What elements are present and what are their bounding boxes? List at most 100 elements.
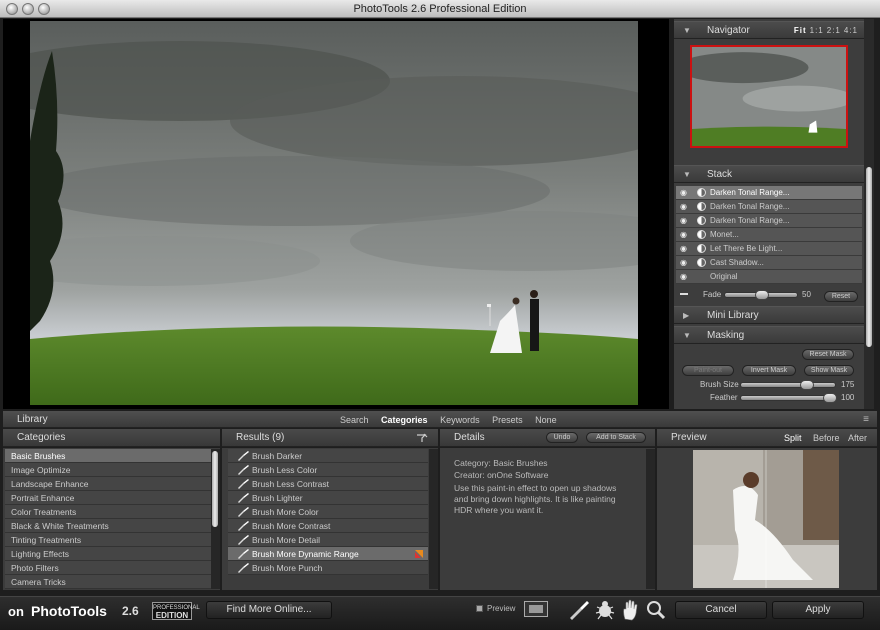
hand-tool-icon[interactable]	[620, 599, 640, 621]
navigator-thumbnail[interactable]	[690, 45, 848, 148]
expand-triangle-icon[interactable]: ▶	[683, 311, 689, 320]
stack-item-label: Darken Tonal Range...	[710, 188, 790, 197]
tab-search[interactable]: Search	[340, 415, 369, 425]
eye-visibility-icon[interactable]: ◉	[680, 202, 691, 212]
result-item[interactable]: Brush Darker	[228, 449, 428, 463]
eye-visibility-icon[interactable]: ◉	[680, 272, 691, 282]
preview-mode-after[interactable]: After	[848, 433, 867, 443]
remove-layer-icon[interactable]	[680, 293, 688, 295]
filter-layer-icon	[697, 258, 706, 267]
category-item[interactable]: Color Treatments	[5, 505, 211, 519]
stack-item-label: Let There Be Light...	[710, 244, 783, 253]
library-tabs: Search Categories Keywords Presets None	[340, 415, 567, 425]
eye-visibility-icon[interactable]: ◉	[680, 216, 691, 226]
masking-header[interactable]: ▼ Masking	[674, 326, 864, 344]
reset-mask-button[interactable]: Reset Mask	[802, 349, 854, 360]
details-scrollbar[interactable]	[646, 449, 655, 589]
stack-item-label: Cast Shadow...	[710, 258, 764, 267]
stack-item[interactable]: ◉ Darken Tonal Range...	[676, 200, 862, 214]
preview-image[interactable]	[693, 450, 839, 588]
details-creator: Creator: onOne Software	[454, 470, 549, 480]
stack-item[interactable]: ◉ Original	[676, 270, 862, 284]
eye-visibility-icon[interactable]: ◉	[680, 230, 691, 240]
collapse-triangle-icon[interactable]: ▼	[683, 331, 691, 340]
eye-visibility-icon[interactable]: ◉	[680, 244, 691, 254]
result-item[interactable]: Brush Less Color	[228, 463, 428, 477]
zoom-fit[interactable]: Fit	[794, 26, 807, 35]
library-menu-icon[interactable]: ≡	[863, 414, 869, 425]
category-item[interactable]: Image Optimize	[5, 463, 211, 477]
result-item[interactable]: Brush More Contrast	[228, 519, 428, 533]
collapse-triangle-icon[interactable]: ▼	[683, 26, 691, 35]
preview-mode-split[interactable]: Split	[784, 433, 802, 443]
preview-checkbox[interactable]	[476, 605, 483, 612]
categories-scrollbar[interactable]	[211, 449, 220, 589]
paint-out-button[interactable]: Paint-out	[682, 365, 734, 376]
preview-view-toggle[interactable]	[524, 601, 548, 617]
eye-visibility-icon[interactable]: ◉	[680, 258, 691, 268]
category-item[interactable]: Landscape Enhance	[5, 477, 211, 491]
masking-bug-icon[interactable]	[594, 599, 616, 621]
main-photo[interactable]	[30, 21, 638, 405]
brush-tool-icon[interactable]	[568, 600, 590, 620]
show-mask-button[interactable]: Show Mask	[804, 365, 854, 376]
category-item[interactable]: Portrait Enhance	[5, 491, 211, 505]
result-item[interactable]: Brush More Dynamic Range	[228, 547, 428, 561]
category-item[interactable]: Camera Tricks	[5, 575, 211, 589]
favorite-tag-icon[interactable]	[414, 549, 424, 559]
result-item-label: Brush More Detail	[252, 535, 321, 545]
tab-categories[interactable]: Categories	[381, 415, 428, 425]
mini-library-header[interactable]: ▶ Mini Library	[674, 306, 864, 324]
apply-button[interactable]: Apply	[772, 601, 864, 619]
stack-item-label: Original	[710, 272, 738, 281]
zoom-2-1[interactable]: 2:1	[827, 26, 841, 35]
preview-mode-before[interactable]: Before	[813, 433, 840, 443]
find-more-online-button[interactable]: Find More Online...	[206, 601, 332, 619]
collapse-triangle-icon[interactable]: ▼	[683, 170, 691, 179]
zoom-4-1[interactable]: 4:1	[844, 26, 858, 35]
tab-keywords[interactable]: Keywords	[440, 415, 480, 425]
right-panel-scrollbar[interactable]	[864, 19, 874, 409]
title-bar: PhotoTools 2.6 Professional Edition	[0, 0, 880, 18]
stack-item[interactable]: ◉ Let There Be Light...	[676, 242, 862, 256]
fade-label: Fade	[703, 290, 722, 299]
invert-mask-button[interactable]: Invert Mask	[742, 365, 796, 376]
right-panel-scroll-thumb[interactable]	[866, 167, 872, 347]
category-item[interactable]: Photo Filters	[5, 561, 211, 575]
category-item[interactable]: Black & White Treatments	[5, 519, 211, 533]
feather-label: Feather	[710, 393, 738, 402]
details-header: Details Undo Add to Stack	[440, 429, 655, 447]
navigator-header[interactable]: ▼ Navigator Fit 1:1 2:1 4:1	[674, 21, 864, 39]
brush-size-knob[interactable]	[800, 380, 814, 390]
result-item[interactable]: Brush Lighter	[228, 491, 428, 505]
fade-slider[interactable]	[724, 290, 798, 300]
categories-scroll-thumb[interactable]	[212, 451, 218, 527]
stack-item[interactable]: ◉ Monet...	[676, 228, 862, 242]
undo-button[interactable]: Undo	[546, 432, 578, 443]
feather-knob[interactable]	[823, 393, 837, 403]
stack-header[interactable]: ▼ Stack	[674, 165, 864, 183]
reset-button[interactable]: Reset	[824, 291, 858, 302]
result-item[interactable]: Brush More Detail	[228, 533, 428, 547]
tab-none[interactable]: None	[535, 415, 557, 425]
stack-item[interactable]: ◉ Cast Shadow...	[676, 256, 862, 270]
eye-visibility-icon[interactable]: ◉	[680, 188, 691, 198]
category-item[interactable]: Lighting Effects	[5, 547, 211, 561]
cancel-button[interactable]: Cancel	[675, 601, 767, 619]
result-item[interactable]: Brush More Punch	[228, 561, 428, 575]
fade-slider-knob[interactable]	[755, 290, 769, 300]
category-item[interactable]: Tinting Treatments	[5, 533, 211, 547]
brush-size-slider[interactable]	[740, 380, 836, 390]
add-to-stack-button[interactable]: Add to Stack	[586, 432, 646, 443]
result-item[interactable]: Brush Less Contrast	[228, 477, 428, 491]
stack-item[interactable]: ◉ Darken Tonal Range...	[676, 214, 862, 228]
results-scrollbar[interactable]	[429, 449, 438, 589]
zoom-tool-icon[interactable]	[646, 600, 666, 620]
category-item[interactable]: Basic Brushes	[5, 449, 211, 463]
result-item[interactable]: Brush More Color	[228, 505, 428, 519]
zoom-1-1[interactable]: 1:1	[810, 26, 824, 35]
brush-filter-icon[interactable]	[416, 433, 428, 443]
stack-item[interactable]: ◉ Darken Tonal Range...	[676, 186, 862, 200]
tab-presets[interactable]: Presets	[492, 415, 523, 425]
feather-slider[interactable]	[740, 393, 837, 403]
